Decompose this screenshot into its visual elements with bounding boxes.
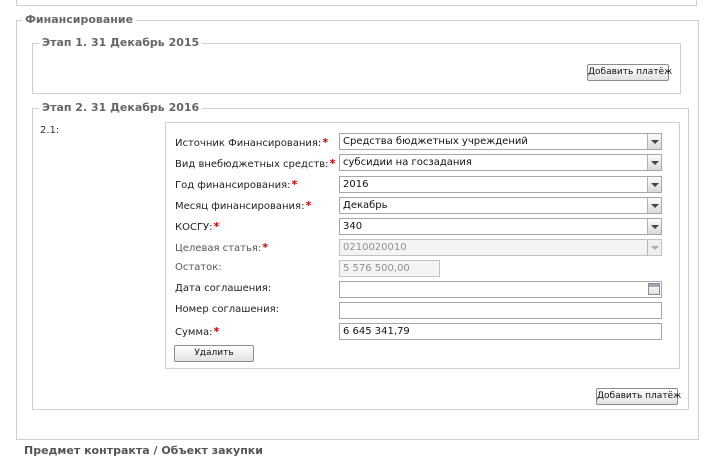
month-value: Декабрь xyxy=(343,200,388,211)
agreement-date-input[interactable] xyxy=(339,281,662,298)
required-marker: * xyxy=(213,325,220,338)
chevron-down-icon[interactable] xyxy=(647,198,661,213)
kosgu-value: 340 xyxy=(343,221,363,232)
payment-form-panel: Источник Финансирования:* Средства бюдже… xyxy=(165,122,680,369)
required-marker: * xyxy=(322,136,329,149)
target-article-value: 0210020010 xyxy=(343,242,407,253)
required-marker: * xyxy=(262,241,268,254)
stage1-add-payment-button[interactable]: Добавить платёж xyxy=(587,64,672,81)
month-label: Месяц финансирования:* xyxy=(175,199,312,212)
agreement-date-label: Дата соглашения: xyxy=(175,283,272,294)
stage1-panel xyxy=(32,43,681,94)
amount-value: 6 645 341,79 xyxy=(343,326,410,337)
financing-section-title: Финансирование xyxy=(22,13,137,26)
calendar-icon[interactable] xyxy=(648,283,660,295)
payment-item-number: 2.1: xyxy=(40,125,60,136)
delete-payment-button[interactable]: Удалить xyxy=(174,345,254,362)
required-marker: * xyxy=(291,178,298,191)
year-select[interactable]: 2016 xyxy=(339,176,662,193)
extrabudget-type-label: Вид внебюджетных средств:* xyxy=(175,157,336,170)
target-article-label: Целевая статья:* xyxy=(175,241,268,254)
year-value: 2016 xyxy=(343,179,369,190)
chevron-down-icon[interactable] xyxy=(647,219,661,234)
chevron-down-icon xyxy=(647,240,661,255)
month-select[interactable]: Декабрь xyxy=(339,197,662,214)
source-select[interactable]: Средства бюджетных учреждений xyxy=(339,133,662,150)
target-article-select: 0210020010 xyxy=(339,239,662,256)
balance-label: Остаток: xyxy=(175,262,222,273)
balance-value: 5 576 500,00 xyxy=(343,263,410,274)
amount-label: Сумма:* xyxy=(175,325,220,338)
chevron-down-icon[interactable] xyxy=(647,155,661,170)
next-section-title: Предмет контракта / Объект закупки xyxy=(21,444,266,457)
chevron-down-icon[interactable] xyxy=(647,134,661,149)
amount-input[interactable]: 6 645 341,79 xyxy=(339,323,662,340)
stage1-title: Этап 1. 31 Декабрь 2015 xyxy=(39,36,203,49)
agreement-number-label: Номер соглашения: xyxy=(175,304,279,315)
chevron-down-icon[interactable] xyxy=(647,177,661,192)
required-marker: * xyxy=(213,220,220,233)
stage2-add-payment-button[interactable]: Добавить платёж xyxy=(596,388,681,405)
required-marker: * xyxy=(329,157,336,170)
balance-field: 5 576 500,00 xyxy=(339,260,440,277)
agreement-number-input[interactable] xyxy=(339,302,662,319)
previous-panel-edge xyxy=(16,0,697,6)
kosgu-label: КОСГУ:* xyxy=(175,220,220,233)
source-value: Средства бюджетных учреждений xyxy=(343,136,528,147)
extrabudget-type-select[interactable]: субсидии на госзадания xyxy=(339,154,662,171)
stage2-title: Этап 2. 31 Декабрь 2016 xyxy=(39,101,203,114)
source-label: Источник Финансирования:* xyxy=(175,136,329,149)
kosgu-select[interactable]: 340 xyxy=(339,218,662,235)
required-marker: * xyxy=(305,199,312,212)
extrabudget-type-value: субсидии на госзадания xyxy=(343,157,472,168)
year-label: Год финансирования:* xyxy=(175,178,298,191)
